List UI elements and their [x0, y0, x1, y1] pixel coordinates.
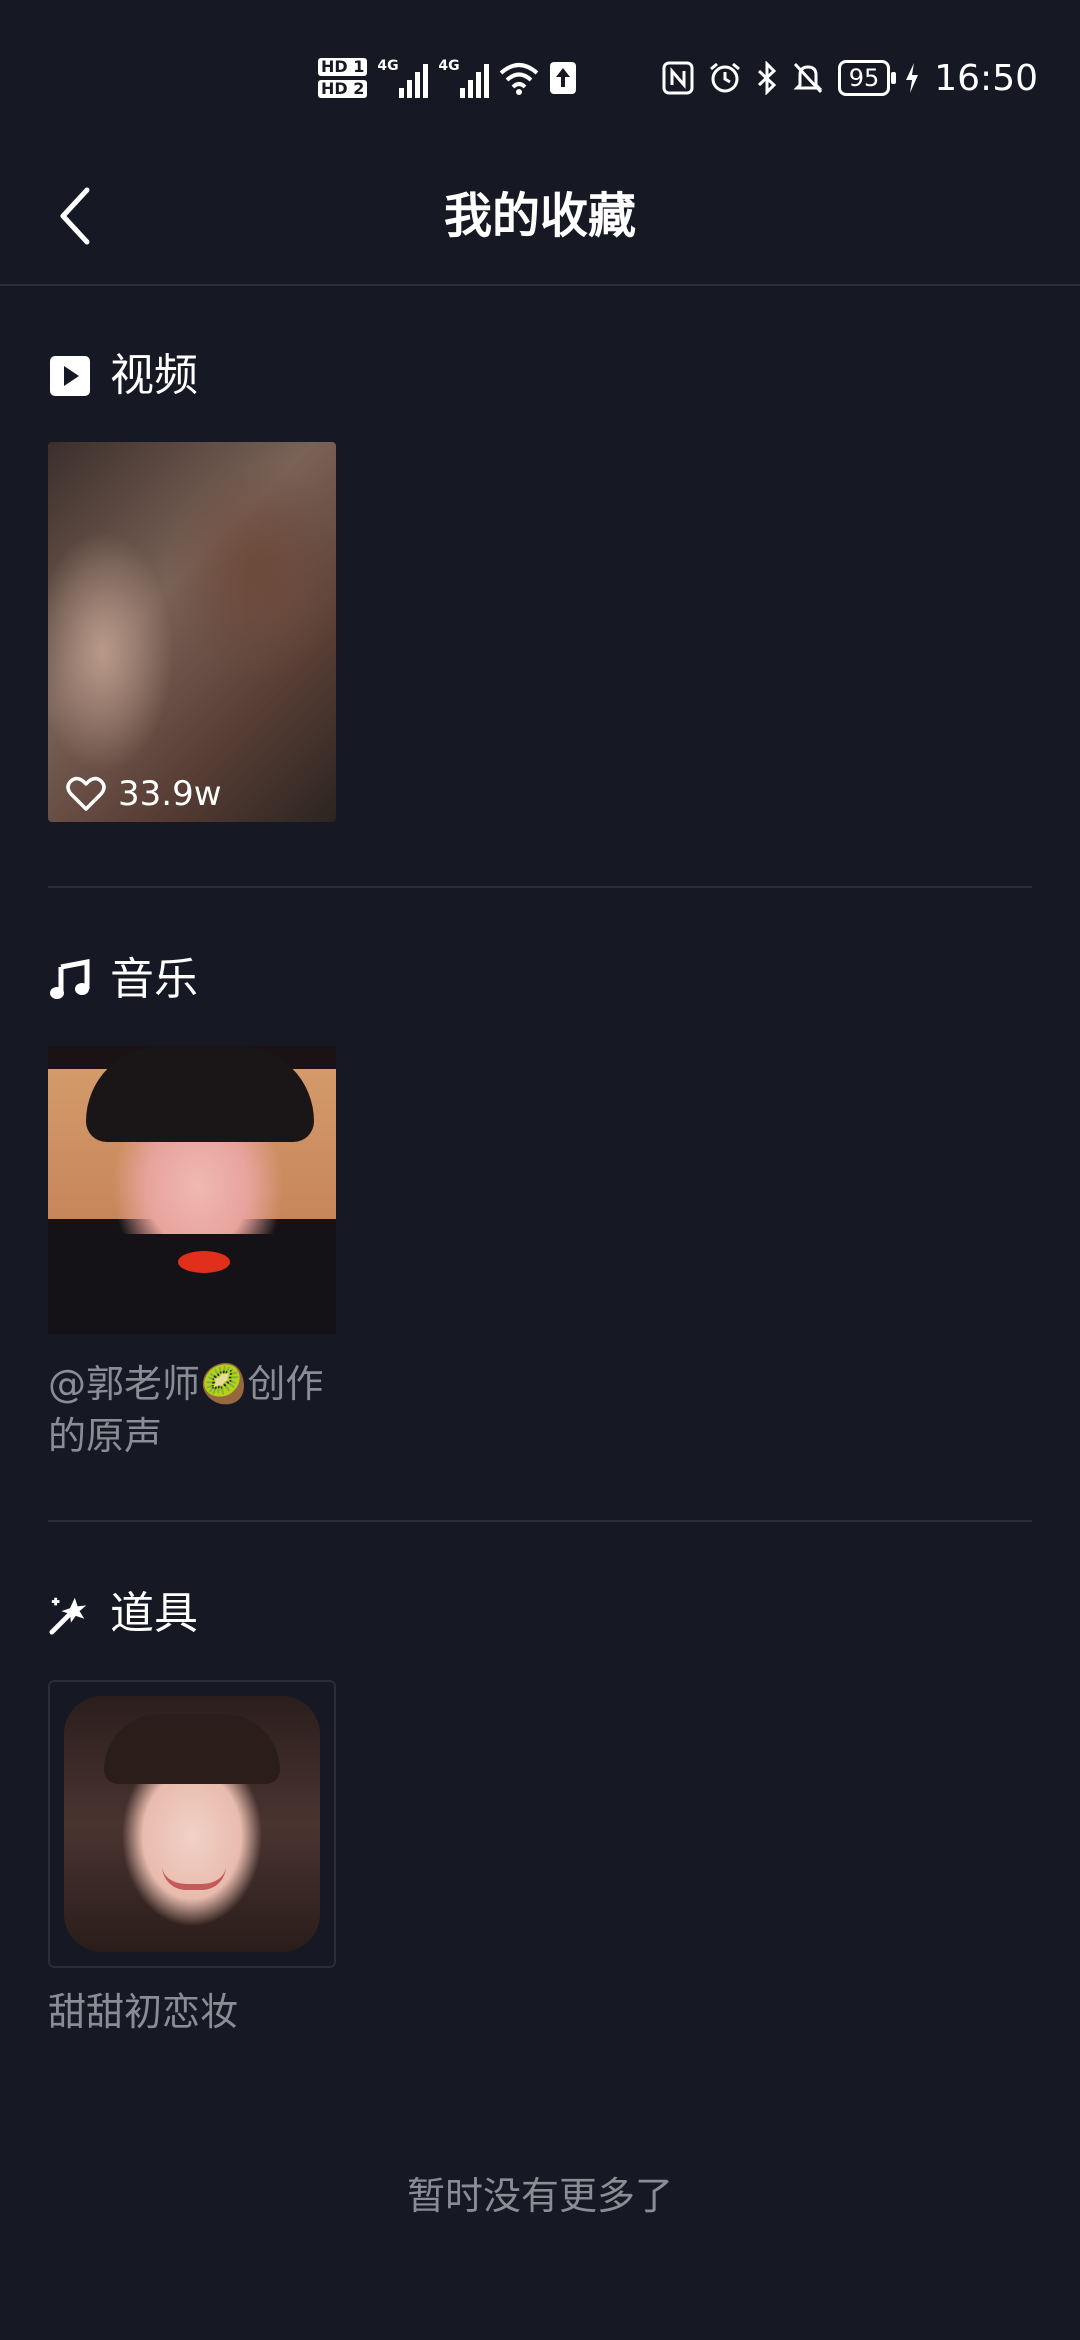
network-type-1: 4G	[377, 58, 399, 74]
music-section: 音乐 @郭老师🥝创作的原声	[48, 950, 1032, 1470]
network-type-2: 4G	[438, 58, 460, 74]
signal-icon-2: 4G	[438, 58, 490, 98]
status-right: 95 16:50	[662, 48, 1038, 108]
end-of-list-text: 暂时没有更多了	[406, 2174, 673, 2218]
clock: 16:50	[934, 57, 1038, 99]
props-section-title: 道具	[110, 1588, 198, 1639]
cover-art-hair	[86, 1046, 314, 1142]
status-bar: HD 1 HD 2 4G 4G 95 16:50	[0, 0, 1080, 150]
hd1-badge: HD 1	[318, 58, 368, 76]
signal-icon: 4G	[377, 58, 429, 98]
page-title: 我的收藏	[443, 188, 636, 244]
heart-icon	[66, 776, 106, 811]
music-cover[interactable]	[48, 1046, 336, 1334]
wifi-icon	[500, 63, 539, 95]
prop-card[interactable]	[48, 1680, 336, 1968]
video-section-header: 视频	[48, 346, 1032, 406]
nav-bar: 我的收藏	[0, 150, 1080, 286]
alarm-icon	[709, 62, 740, 93]
nfc-icon	[662, 61, 694, 95]
battery-indicator: 95	[837, 60, 896, 96]
cover-art-body	[48, 1234, 336, 1334]
music-note-icon	[48, 958, 92, 1002]
video-section: 视频 33.9w	[48, 346, 1032, 826]
cover-art-lips	[178, 1251, 230, 1273]
hd2-badge: HD 2	[318, 80, 368, 98]
section-divider	[48, 1520, 1032, 1522]
props-section-header: 道具	[48, 1584, 1032, 1644]
prop-caption[interactable]: 甜甜初恋妆	[48, 1986, 348, 2038]
upload-icon	[550, 62, 577, 94]
prop-thumbnail	[64, 1696, 320, 1952]
prop-art-hair	[104, 1714, 280, 1784]
music-caption[interactable]: @郭老师🥝创作的原声	[48, 1358, 348, 1462]
mute-icon	[793, 62, 823, 94]
prop-art-smile	[162, 1866, 226, 1890]
section-divider	[48, 886, 1032, 888]
status-left: HD 1 HD 2 4G 4G	[318, 48, 577, 108]
likes-value: 33.9w	[118, 774, 222, 814]
props-section: 道具 甜甜初恋妆	[48, 1584, 1032, 2054]
hd-indicators: HD 1 HD 2	[318, 58, 368, 98]
music-section-title: 音乐	[110, 954, 198, 1005]
magic-wand-icon	[48, 1592, 92, 1636]
charging-icon	[906, 63, 919, 93]
likes-count: 33.9w	[66, 774, 222, 814]
play-square-icon	[48, 354, 92, 398]
video-section-title: 视频	[110, 350, 198, 401]
video-thumbnail[interactable]: 33.9w	[48, 442, 336, 822]
bluetooth-icon	[757, 61, 776, 95]
music-section-header: 音乐	[48, 950, 1032, 1010]
